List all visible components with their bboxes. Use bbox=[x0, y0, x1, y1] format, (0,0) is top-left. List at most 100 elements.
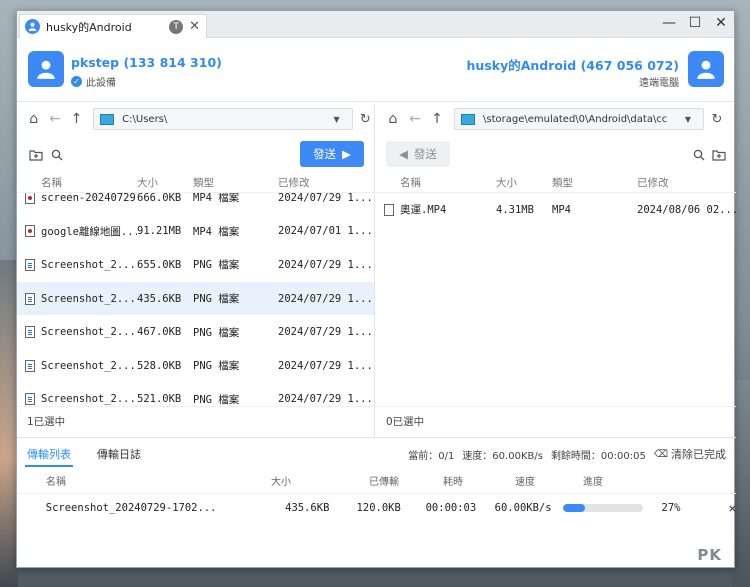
transfer-speed: 速度：60.00KB/s bbox=[462, 450, 543, 462]
time-remaining: 剩餘時間：00:00:05 bbox=[550, 450, 646, 462]
th-speed: 速度 bbox=[515, 477, 535, 488]
local-selected-count: 1已選中 bbox=[17, 406, 374, 436]
tab-transfer-log[interactable]: 傳輸日誌 bbox=[97, 446, 141, 462]
remote-file-pane: ⌂ ← ↑ \storage\emulated\0\Android\data\c… bbox=[376, 103, 736, 436]
file-row[interactable]: 奧運.MP4 4.31MB MP4 2024/08/06 02... bbox=[376, 193, 736, 227]
session-tab[interactable]: husky的Android T ✕ bbox=[19, 14, 207, 38]
refresh-icon[interactable]: ↻ bbox=[708, 110, 726, 128]
transfer-row: Screenshot_20240729-1702... 435.6KB 120.… bbox=[17, 494, 736, 522]
image-file-icon bbox=[25, 393, 35, 405]
col-size[interactable]: 大小 bbox=[496, 175, 552, 190]
col-name[interactable]: 名稱 bbox=[400, 175, 496, 190]
file-type: PNG 檔案 bbox=[193, 360, 240, 373]
file-row[interactable]: google離線地圖... 91.21MB MP4 檔案 2024/07/01 1..… bbox=[17, 215, 374, 249]
image-file-icon bbox=[25, 292, 35, 305]
home-icon[interactable]: ⌂ bbox=[25, 110, 42, 128]
file-row[interactable]: Screenshot_2... 435.6KB PNG 檔案 2024/07/29 1… bbox=[17, 281, 374, 316]
local-path-text: C:\Users\ bbox=[122, 113, 168, 125]
th-transferred: 已傳輸 bbox=[369, 477, 399, 488]
remote-avatar bbox=[688, 51, 724, 87]
title-bar: husky的Android T ✕ — ☐ ✕ bbox=[17, 11, 734, 38]
file-name: Screenshot_2... bbox=[41, 258, 136, 271]
progress-bar-fill bbox=[563, 504, 585, 512]
file-name: Screenshot_2... bbox=[41, 292, 136, 305]
progress-bar bbox=[563, 504, 643, 512]
file-row[interactable]: Screenshot_2... 655.0KB PNG 檔案 2024/07/29 1… bbox=[17, 248, 374, 282]
image-file-icon bbox=[25, 326, 35, 339]
file-modified: 2024/07/29 1... bbox=[278, 292, 373, 305]
file-modified: 2024/07/29 1... bbox=[278, 359, 373, 372]
th-size: 大小 bbox=[271, 477, 291, 488]
file-type: PNG 檔案 bbox=[193, 393, 240, 405]
back-arrow-icon[interactable]: ← bbox=[46, 110, 63, 128]
back-arrow-icon[interactable]: ← bbox=[406, 110, 424, 128]
file-type: PNG 檔案 bbox=[193, 326, 240, 339]
home-icon[interactable]: ⌂ bbox=[384, 110, 402, 128]
transfer-panel: 傳輸列表 傳輸日誌 當前：0/1 速度：60.00KB/s 剩餘時間：00:00… bbox=[17, 437, 736, 568]
transfer-size: 435.6KB bbox=[285, 502, 330, 514]
tab-title: husky的Android bbox=[46, 20, 132, 34]
col-modified[interactable]: 已修改 bbox=[278, 175, 374, 190]
current-count: 當前：0/1 bbox=[408, 450, 455, 462]
file-size: 435.6KB bbox=[137, 292, 182, 305]
file-row[interactable]: Screenshot_2... 521.0KB PNG 檔案 2024/07/29 1… bbox=[17, 383, 374, 405]
person-icon bbox=[37, 60, 55, 79]
file-modified: 2024/07/29 1... bbox=[278, 393, 373, 405]
th-progress: 進度 bbox=[583, 477, 603, 488]
chevron-down-icon[interactable]: ▼ bbox=[333, 115, 339, 124]
tab-close-icon[interactable]: ✕ bbox=[189, 19, 200, 34]
send-back-label: 發送 bbox=[413, 147, 437, 161]
minimize-icon[interactable]: — bbox=[662, 15, 676, 31]
file-size: 521.0KB bbox=[137, 393, 182, 405]
close-icon[interactable]: ✕ bbox=[714, 15, 728, 31]
local-device-name: pkstep (133 814 310) bbox=[71, 55, 222, 70]
up-arrow-icon[interactable]: ↑ bbox=[428, 110, 446, 128]
remote-device-name: husky的Android (467 056 072) bbox=[466, 58, 679, 73]
new-folder-icon[interactable] bbox=[712, 148, 726, 162]
file-name: 奧運.MP4 bbox=[400, 204, 447, 217]
up-arrow-icon[interactable]: ↑ bbox=[68, 110, 85, 128]
col-size[interactable]: 大小 bbox=[137, 175, 193, 190]
window-controls: — ☐ ✕ bbox=[662, 15, 728, 31]
transfer-stats: 當前：0/1 速度：60.00KB/s 剩餘時間：00:00:05 ⌫ 清除已完… bbox=[408, 446, 726, 462]
progress-percent: 27% bbox=[661, 502, 681, 514]
remote-file-list: 奧運.MP4 4.31MB MP4 2024/08/06 02... bbox=[376, 193, 736, 405]
file-icon bbox=[384, 203, 394, 216]
refresh-icon[interactable]: ↻ bbox=[357, 110, 374, 128]
local-column-header: 名稱 大小 類型 已修改 bbox=[17, 173, 374, 193]
tab-transfer-list[interactable]: 傳輸列表 bbox=[27, 446, 71, 462]
remote-action-row: ◀ 發送 bbox=[376, 135, 736, 173]
computer-icon bbox=[461, 113, 475, 125]
remote-column-header: 名稱 大小 類型 已修改 bbox=[376, 173, 736, 193]
col-type[interactable]: 類型 bbox=[193, 175, 278, 190]
file-modified: 2024/08/06 02... bbox=[637, 203, 736, 216]
computer-icon bbox=[100, 113, 115, 125]
local-device-subtitle: ✓ 此設備 bbox=[71, 74, 116, 89]
local-path-field[interactable]: C:\Users\ ▼ bbox=[93, 108, 353, 130]
send-back-button[interactable]: ◀ 發送 bbox=[386, 141, 450, 167]
app-window: husky的Android T ✕ — ☐ ✕ pkstep (133 814 … bbox=[16, 10, 736, 568]
remote-path-field[interactable]: \storage\emulated\0\Android\data\cc ▼ bbox=[454, 108, 704, 130]
col-name[interactable]: 名稱 bbox=[41, 175, 137, 190]
maximize-icon[interactable]: ☐ bbox=[688, 15, 702, 31]
file-type: MP4 檔案 bbox=[193, 193, 240, 205]
search-icon[interactable] bbox=[692, 148, 706, 162]
th-name: 名稱 bbox=[46, 477, 66, 488]
file-row[interactable]: screen-20240729-...666.0KB MP4 檔案 2024/07/… bbox=[17, 193, 374, 215]
file-row[interactable]: Screenshot_2... 467.0KB PNG 檔案 2024/07/29 1… bbox=[17, 315, 374, 349]
transfer-transferred: 120.0KB bbox=[356, 502, 401, 514]
col-type[interactable]: 類型 bbox=[552, 175, 637, 190]
transfer-elapsed: 00:00:03 bbox=[425, 502, 477, 514]
search-icon[interactable] bbox=[50, 148, 64, 162]
col-modified[interactable]: 已修改 bbox=[637, 175, 736, 190]
eraser-icon: ⌫ bbox=[653, 448, 668, 460]
chevron-down-icon[interactable]: ▼ bbox=[685, 115, 691, 124]
clear-completed-label: 清除已完成 bbox=[671, 448, 726, 461]
file-size: 467.0KB bbox=[137, 326, 182, 339]
send-button[interactable]: 發送 ▶ bbox=[300, 141, 364, 167]
new-folder-icon[interactable] bbox=[29, 148, 43, 162]
file-row[interactable]: Screenshot_2... 528.0KB PNG 檔案 2024/07/29 1… bbox=[17, 349, 374, 383]
cancel-transfer-icon[interactable]: ✕ bbox=[681, 501, 736, 515]
clear-completed-button[interactable]: ⌫ 清除已完成 bbox=[654, 446, 726, 462]
local-file-list: screen-20240729-...666.0KB MP4 檔案 2024/07/… bbox=[17, 193, 374, 405]
